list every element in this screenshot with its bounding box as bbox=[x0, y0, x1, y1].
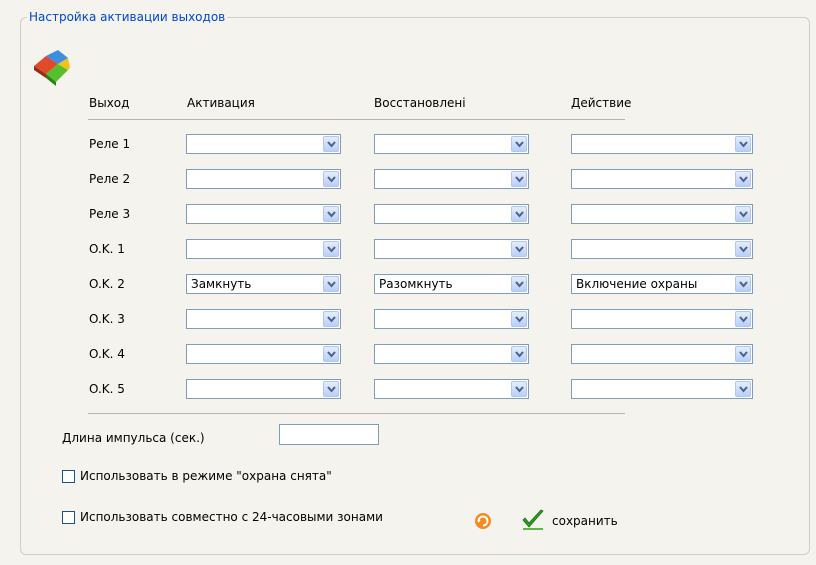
action-select[interactable] bbox=[571, 169, 753, 189]
action-select[interactable] bbox=[571, 344, 753, 364]
activation-select[interactable] bbox=[186, 344, 341, 364]
chevron-down-icon[interactable] bbox=[323, 276, 339, 292]
restore-select[interactable]: Разомкнуть bbox=[374, 274, 529, 294]
row-label: O.K. 1 bbox=[89, 242, 125, 256]
chevron-down-icon[interactable] bbox=[511, 136, 527, 152]
restore-select[interactable] bbox=[374, 204, 529, 224]
chevron-down-icon[interactable] bbox=[323, 241, 339, 257]
activation-value: Замкнуть bbox=[191, 277, 252, 291]
action-select[interactable] bbox=[571, 379, 753, 399]
checkmark-icon bbox=[522, 509, 544, 530]
chevron-down-icon[interactable] bbox=[735, 381, 751, 397]
action-select[interactable]: Включение охраны bbox=[571, 274, 753, 294]
header-action: Действие bbox=[571, 96, 632, 110]
with-24h-zones-checkbox[interactable] bbox=[62, 511, 75, 524]
row-label: O.K. 4 bbox=[89, 347, 125, 361]
chevron-down-icon[interactable] bbox=[735, 276, 751, 292]
chevron-down-icon[interactable] bbox=[323, 346, 339, 362]
action-select[interactable] bbox=[571, 134, 753, 154]
restore-select[interactable] bbox=[374, 379, 529, 399]
activation-select[interactable] bbox=[186, 379, 341, 399]
restore-select[interactable] bbox=[374, 169, 529, 189]
chevron-down-icon[interactable] bbox=[735, 206, 751, 222]
chevron-down-icon[interactable] bbox=[511, 381, 527, 397]
chevron-down-icon[interactable] bbox=[511, 276, 527, 292]
activation-select[interactable] bbox=[186, 239, 341, 259]
row-label: Реле 1 bbox=[89, 137, 131, 151]
restore-select[interactable] bbox=[374, 309, 529, 329]
activation-select[interactable] bbox=[186, 309, 341, 329]
chevron-down-icon[interactable] bbox=[511, 311, 527, 327]
header-restore: Восстановлені bbox=[374, 96, 466, 110]
activation-select[interactable] bbox=[186, 204, 341, 224]
chevron-down-icon[interactable] bbox=[323, 311, 339, 327]
chevron-down-icon[interactable] bbox=[511, 206, 527, 222]
restore-select[interactable] bbox=[374, 239, 529, 259]
row-label: O.K. 3 bbox=[89, 312, 125, 326]
save-label: сохранить bbox=[552, 514, 618, 528]
chevron-down-icon[interactable] bbox=[511, 171, 527, 187]
disarmed-mode-checkbox[interactable] bbox=[62, 470, 75, 483]
action-select[interactable] bbox=[571, 204, 753, 224]
header-activation: Активация bbox=[187, 96, 255, 110]
chevron-down-icon[interactable] bbox=[511, 241, 527, 257]
activation-select[interactable] bbox=[186, 169, 341, 189]
pulse-length-input[interactable] bbox=[279, 424, 379, 445]
row-label: O.K. 5 bbox=[89, 382, 125, 396]
chevron-down-icon[interactable] bbox=[735, 241, 751, 257]
table-divider bbox=[88, 413, 625, 414]
row-label: Реле 2 bbox=[89, 172, 131, 186]
row-label: Реле 3 bbox=[89, 207, 131, 221]
action-value: Включение охраны bbox=[576, 277, 698, 291]
chevron-down-icon[interactable] bbox=[511, 346, 527, 362]
group-title: Настройка активации выходов bbox=[29, 10, 226, 24]
chevron-down-icon[interactable] bbox=[323, 171, 339, 187]
header-output: Выход bbox=[89, 96, 130, 110]
app-logo-icon bbox=[34, 50, 70, 86]
chevron-down-icon[interactable] bbox=[323, 381, 339, 397]
chevron-down-icon[interactable] bbox=[735, 311, 751, 327]
refresh-icon[interactable] bbox=[474, 512, 492, 530]
action-select[interactable] bbox=[571, 309, 753, 329]
row-label: O.K. 2 bbox=[89, 277, 125, 291]
with-24h-zones-label: Использовать совместно с 24-часовыми зон… bbox=[80, 510, 383, 524]
action-select[interactable] bbox=[571, 239, 753, 259]
activation-select[interactable] bbox=[186, 134, 341, 154]
header-divider bbox=[88, 119, 625, 120]
chevron-down-icon[interactable] bbox=[735, 171, 751, 187]
chevron-down-icon[interactable] bbox=[735, 136, 751, 152]
activation-select[interactable]: Замкнуть bbox=[186, 274, 341, 294]
pulse-length-label: Длина импульса (сек.) bbox=[62, 431, 205, 445]
chevron-down-icon[interactable] bbox=[323, 206, 339, 222]
chevron-down-icon[interactable] bbox=[735, 346, 751, 362]
restore-value: Разомкнуть bbox=[379, 277, 453, 291]
chevron-down-icon[interactable] bbox=[323, 136, 339, 152]
restore-select[interactable] bbox=[374, 344, 529, 364]
disarmed-mode-label: Использовать в режиме "охрана снята" bbox=[80, 469, 332, 483]
settings-panel: Настройка активации выходов Выход Актива… bbox=[0, 0, 816, 565]
restore-select[interactable] bbox=[374, 134, 529, 154]
